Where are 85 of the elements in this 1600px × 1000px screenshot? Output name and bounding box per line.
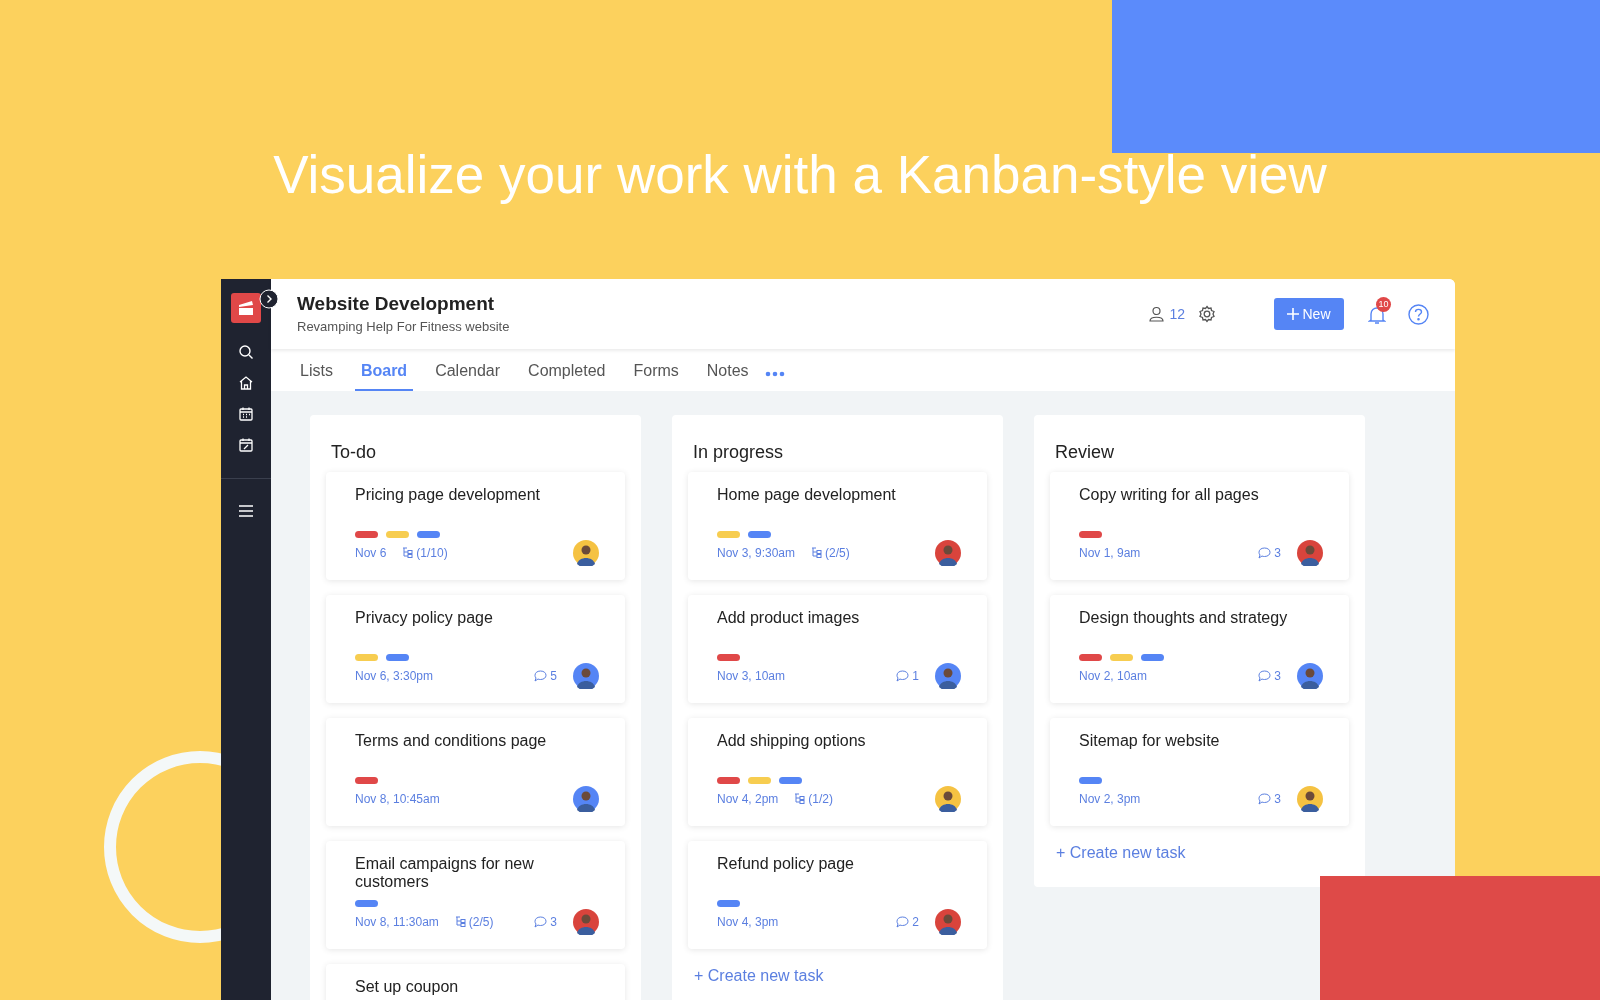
due-date: Nov 8, 10:45am <box>355 791 440 808</box>
menu-icon[interactable] <box>238 504 254 518</box>
comment-count: 3 <box>534 913 557 931</box>
task-title: Design thoughts and strategy <box>1079 609 1289 627</box>
task-title: Sitemap for website <box>1079 732 1221 750</box>
column-title: In progress <box>692 441 785 464</box>
comment-count: 3 <box>1258 544 1281 562</box>
headline: Visualize your work with a Kanban-style view <box>272 144 1328 206</box>
due-date: Nov 1, 9am <box>1079 545 1141 562</box>
task-card[interactable]: Add shipping options Nov 4, 2pm (1/2) <box>688 718 987 826</box>
more-icon[interactable] <box>764 371 785 377</box>
calendar-icon[interactable] <box>238 406 254 422</box>
due-date: Nov 6, 3:30pm <box>355 668 434 685</box>
comment-icon <box>534 670 548 682</box>
task-card[interactable]: Refund policy page Nov 4, 3pm 2 <box>688 841 987 949</box>
create-task-link[interactable]: + Create new task <box>1050 841 1349 865</box>
comment-count: 5 <box>534 667 557 685</box>
task-title: Email campaigns for new customers <box>355 855 535 891</box>
task-title: Add product images <box>717 609 861 627</box>
task-title: Refund policy page <box>717 855 855 873</box>
subtask-icon <box>454 916 466 928</box>
due-date: Nov 2, 10am <box>1079 668 1148 685</box>
tab[interactable]: Lists <box>294 353 339 391</box>
comment-count: 3 <box>1258 790 1281 808</box>
help-icon[interactable] <box>1408 303 1429 325</box>
due-date: Nov 4, 3pm <box>717 914 779 931</box>
tab[interactable]: Completed <box>522 353 612 391</box>
comment-icon <box>896 670 910 682</box>
comment-count: 2 <box>896 913 919 931</box>
task-card[interactable]: Set up coupon <box>326 964 625 1000</box>
comment-icon <box>1258 793 1272 805</box>
task-title: Terms and conditions page <box>355 732 548 750</box>
due-date: Nov 2, 3pm <box>1079 791 1141 808</box>
tab[interactable]: Notes <box>700 353 755 391</box>
due-date: Nov 3, 9:30am <box>717 545 796 562</box>
due-date: Nov 3, 10am <box>717 668 786 685</box>
subtask-icon <box>402 547 414 559</box>
comment-count: 3 <box>1258 667 1281 685</box>
task-card[interactable]: Pricing page development Nov 6 (1/10) <box>326 472 625 580</box>
task-card[interactable]: Email campaigns for new customers Nov 8, 11:30am (2/5) 3 <box>326 841 625 949</box>
task-card[interactable]: Sitemap for website Nov 2, 3pm 3 <box>1050 718 1349 826</box>
subtask-count: (1/10) <box>402 544 448 562</box>
subtask-count: (2/5) <box>811 544 850 562</box>
notification-badge: 10 <box>1376 297 1391 312</box>
logo-icon[interactable] <box>231 293 261 323</box>
task-title: Home page development <box>717 486 897 504</box>
comment-icon <box>1258 670 1272 682</box>
task-card[interactable]: Terms and conditions page Nov 8, 10:45am <box>326 718 625 826</box>
members-button[interactable]: 12 <box>1149 303 1185 325</box>
task-title: Add shipping options <box>717 732 867 750</box>
comment-count: 1 <box>896 667 919 685</box>
task-card[interactable]: Privacy policy page Nov 6, 3:30pm 5 <box>326 595 625 703</box>
plus-icon <box>1287 308 1300 320</box>
task-card[interactable]: Home page development Nov 3, 9:30am (2/5) <box>688 472 987 580</box>
home-icon[interactable] <box>238 375 254 391</box>
comment-icon <box>896 916 910 928</box>
comment-icon <box>534 916 548 928</box>
due-date: Nov 4, 2pm <box>717 791 779 808</box>
tab[interactable]: Calendar <box>429 353 507 391</box>
task-title: Privacy policy page <box>355 609 494 627</box>
task-title: Pricing page development <box>355 486 541 504</box>
due-date: Nov 8, 11:30am <box>355 914 439 931</box>
due-date: Nov 6 <box>355 545 387 562</box>
tab[interactable]: Forms <box>627 353 685 391</box>
task-card[interactable]: Add product images Nov 3, 10am 1 <box>688 595 987 703</box>
task-card[interactable]: Design thoughts and strategy Nov 2, 10am 3 <box>1050 595 1349 703</box>
subtask-icon <box>794 793 806 805</box>
column-title: To-do <box>330 441 378 464</box>
expand-icon[interactable] <box>259 289 279 309</box>
create-task-link[interactable]: + Create new task <box>688 964 987 988</box>
person-icon <box>1149 306 1165 322</box>
calendar-edit-icon[interactable] <box>238 437 254 453</box>
project-title: Website Development <box>297 292 496 316</box>
search-icon[interactable] <box>238 344 254 360</box>
settings-icon[interactable] <box>1198 305 1216 323</box>
project-subtitle: Revamping Help For Fitness website <box>297 318 510 336</box>
task-card[interactable]: Copy writing for all pages Nov 1, 9am 3 <box>1050 472 1349 580</box>
column-title: Review <box>1054 441 1116 464</box>
subtask-count: (1/2) <box>794 790 834 808</box>
subtask-icon <box>811 547 823 559</box>
subtask-count: (2/5) <box>454 913 494 931</box>
task-title: Set up coupon <box>355 978 460 996</box>
bell-icon[interactable] <box>1368 305 1386 325</box>
task-title: Copy writing for all pages <box>1079 486 1260 504</box>
comment-icon <box>1258 547 1272 559</box>
